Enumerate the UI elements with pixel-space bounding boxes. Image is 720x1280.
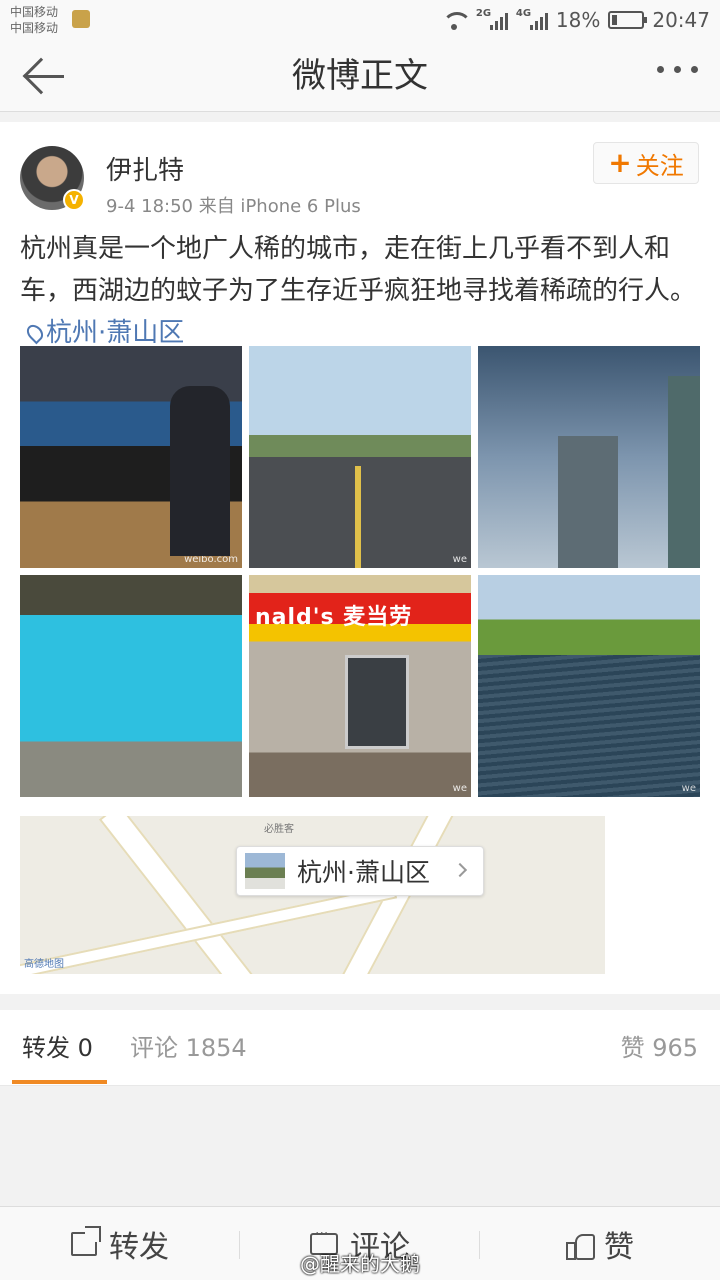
post-card: V 伊扎特 9-4 18:50 来自 iPhone 6 Plus + 关注 杭州… <box>0 122 720 994</box>
page-title: 微博正文 <box>292 56 428 96</box>
location-link[interactable]: 杭州·萧山区 <box>20 318 184 348</box>
nav-bar: 微博正文 <box>0 40 720 112</box>
photo-4[interactable] <box>20 575 242 797</box>
map-logo: 高德地图 <box>24 959 64 970</box>
network-type-label: 2G <box>475 8 492 19</box>
photo-watermark: we <box>452 554 467 565</box>
carrier-info: 中国移动 中国移动 <box>10 4 58 36</box>
photo-6[interactable]: we <box>478 575 700 797</box>
map-location-chip[interactable]: 杭州·萧山区 <box>236 846 484 896</box>
status-right: 2G 4G 18% 20:47 <box>440 6 710 34</box>
notification-icon <box>72 10 90 28</box>
like-button[interactable]: 赞 <box>480 1207 720 1280</box>
photo-3[interactable]: we <box>478 346 700 568</box>
username[interactable]: 伊扎特 <box>106 150 184 187</box>
store-sign: nald's 麦当劳 <box>255 605 413 630</box>
photo-watermark: we <box>452 783 467 794</box>
photo-grid: weibo.com we we nald's 麦当劳 we we <box>20 346 700 798</box>
photo-watermark: we <box>681 554 696 565</box>
chevron-right-icon <box>452 862 468 878</box>
location-link-label: 杭州·萧山区 <box>46 318 185 348</box>
battery-icon <box>608 11 648 29</box>
repost-button[interactable]: 转发 <box>0 1207 240 1280</box>
network-type-label-2: 4G <box>515 8 532 19</box>
photo-1[interactable]: weibo.com <box>20 346 242 568</box>
location-pin-icon <box>23 321 47 345</box>
tab-reposts[interactable]: 转发 0 <box>22 1032 93 1064</box>
post-meta: 9-4 18:50 来自 iPhone 6 Plus <box>106 196 361 217</box>
tab-comments[interactable]: 评论 1854 <box>130 1032 247 1064</box>
interaction-tabs: 转发 0 评论 1854 赞 965 <box>0 1010 720 1086</box>
follow-label: 关注 <box>635 151 684 180</box>
verified-badge-icon: V <box>63 189 85 211</box>
battery-level <box>612 15 618 25</box>
location-thumbnail <box>245 853 285 889</box>
post-body: 杭州真是一个地广人稀的城市，走在街上几乎看不到人和车，西湖边的蚊子为了生存近乎疯… <box>20 234 697 306</box>
signal-icon: 2G <box>475 8 508 30</box>
location-map[interactable]: 必胜客 高德地图 杭州·萧山区 <box>20 816 605 974</box>
carrier-label: 中国移动 <box>10 5 59 19</box>
map-poi-label: 必胜客 <box>264 824 294 835</box>
thumbs-up-icon <box>566 1232 595 1260</box>
tab-content <box>0 1087 720 1204</box>
plus-icon: + <box>608 146 632 179</box>
store-door <box>345 655 409 749</box>
status-bar: 中国移动 中国移动 2G 4G 18% 20:47 <box>0 0 720 40</box>
more-button[interactable] <box>657 66 698 73</box>
wifi-icon <box>440 10 472 30</box>
photo-5[interactable]: nald's 麦当劳 we <box>249 575 471 797</box>
signal-icon-2: 4G <box>515 8 548 30</box>
more-dots-icon <box>657 66 664 73</box>
carrier-label-2: 中国移动 <box>10 21 59 35</box>
active-tab-indicator <box>12 1080 107 1084</box>
photo-watermark: we <box>681 783 696 794</box>
share-icon <box>71 1226 101 1256</box>
follow-button[interactable]: + 关注 <box>593 142 699 184</box>
image-watermark: @醒来的大鹅 <box>300 1252 420 1276</box>
photo-watermark: weibo.com <box>184 554 238 565</box>
like-label: 赞 <box>604 1230 634 1265</box>
photo-2[interactable]: we <box>249 346 471 568</box>
clock: 20:47 <box>652 8 710 32</box>
tab-likes[interactable]: 赞 965 <box>621 1032 698 1064</box>
map-location-label: 杭州·萧山区 <box>297 858 430 887</box>
repost-label: 转发 <box>109 1230 169 1265</box>
battery-percent: 18% <box>555 8 601 32</box>
post-text: 杭州真是一个地广人稀的城市，走在街上几乎看不到人和车，西湖边的蚊子为了生存近乎疯… <box>20 228 700 354</box>
